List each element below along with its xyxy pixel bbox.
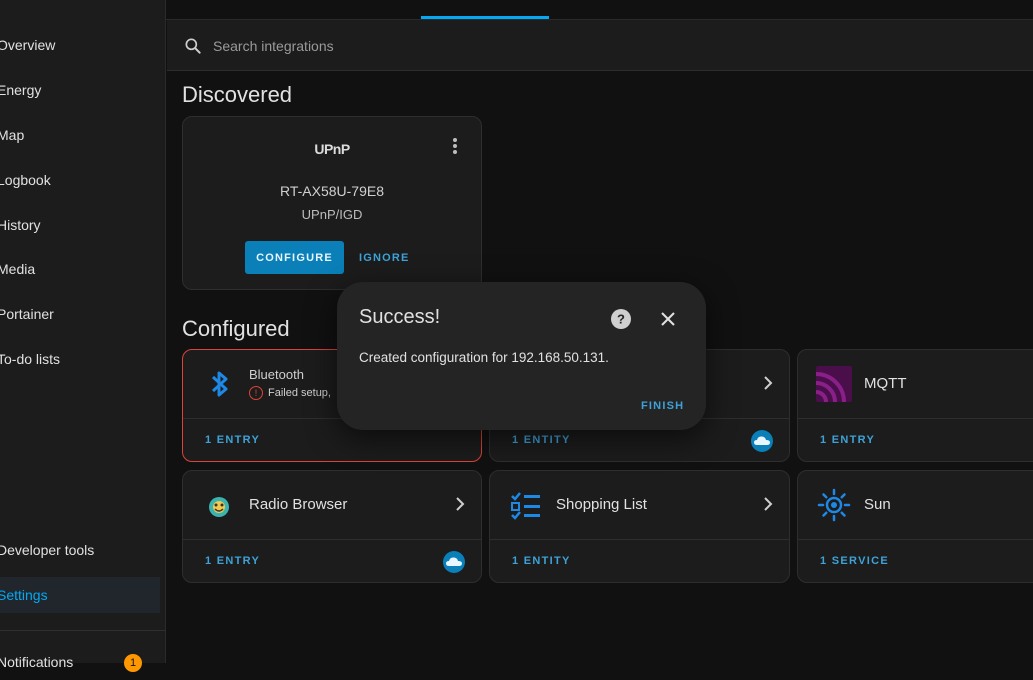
sidebar-divider <box>0 630 166 631</box>
integration-entities-link[interactable]: 1 ENTITY <box>512 434 571 446</box>
cloud-icon <box>751 430 773 452</box>
success-dialog: Success! ? Created configuration for 192… <box>337 282 706 430</box>
integration-entries-link[interactable]: 1 ENTRY <box>820 434 875 446</box>
chevron-right-icon <box>764 376 773 390</box>
upnp-logo: UPnP <box>314 141 350 157</box>
svg-text:?: ? <box>617 312 625 327</box>
error-icon: ! <box>249 386 263 400</box>
top-bar <box>166 0 1033 20</box>
sidebar-item-portainer[interactable]: Portainer <box>0 296 160 332</box>
sidebar-item-media[interactable]: Media <box>0 251 160 287</box>
integration-entities-link[interactable]: 1 ENTITY <box>512 555 571 567</box>
shopping-list-icon <box>511 492 540 520</box>
integration-error: ! Failed setup, <box>249 386 331 400</box>
radio-browser-icon <box>209 497 229 517</box>
overflow-menu-icon[interactable] <box>453 138 457 156</box>
configure-button[interactable]: CONFIGURE <box>245 241 344 274</box>
sidebar-item-settings[interactable]: Settings <box>0 577 160 613</box>
card-divider <box>490 539 789 540</box>
search-input[interactable] <box>211 34 615 58</box>
mqtt-icon <box>816 366 852 402</box>
integration-card-mqtt[interactable]: MQTT 1 ENTRY <box>797 349 1033 462</box>
configured-heading: Configured <box>182 316 290 341</box>
sidebar: Overview Energy Map Logbook History Medi… <box>0 0 166 672</box>
discovered-device-type: UPnP/IGD <box>301 207 363 222</box>
sidebar-item-todo-lists[interactable]: To-do lists <box>0 341 160 377</box>
sidebar-item-energy[interactable]: Energy <box>0 72 160 108</box>
card-divider <box>183 539 481 540</box>
card-divider <box>798 539 1033 540</box>
search-icon <box>185 38 201 54</box>
active-tab-indicator <box>421 16 549 19</box>
integration-card-radio-browser[interactable]: Radio Browser 1 ENTRY <box>182 470 482 583</box>
integration-name: Shopping List <box>556 496 647 513</box>
chevron-right-icon <box>764 497 773 511</box>
sidebar-item-overview[interactable]: Overview <box>0 27 160 63</box>
discovered-card-upnp: UPnP RT-AX58U-79E8 UPnP/IGD CONFIGURE IG… <box>182 116 482 290</box>
sidebar-item-developer-tools[interactable]: Developer tools <box>0 532 160 568</box>
integration-entries-link[interactable]: 1 ENTRY <box>205 434 260 446</box>
integration-name: Radio Browser <box>249 496 348 513</box>
sidebar-item-logbook[interactable]: Logbook <box>0 162 160 198</box>
chevron-right-icon <box>456 497 465 511</box>
dialog-title: Success! <box>359 306 441 328</box>
integration-card-shopping-list[interactable]: Shopping List 1 ENTITY <box>489 470 790 583</box>
search-bar <box>167 20 1033 71</box>
integration-name: MQTT <box>864 375 907 392</box>
sidebar-item-history[interactable]: History <box>0 207 160 243</box>
card-divider <box>798 418 1033 419</box>
sidebar-item-map[interactable]: Map <box>0 117 160 153</box>
bluetooth-icon <box>211 371 228 397</box>
integration-card-sun[interactable]: Sun 1 SERVICE <box>797 470 1033 583</box>
help-icon[interactable]: ? <box>610 308 632 330</box>
sun-icon <box>817 488 851 522</box>
integration-name: Bluetooth <box>249 367 304 382</box>
close-icon[interactable] <box>658 309 678 329</box>
finish-button[interactable]: FINISH <box>641 400 684 412</box>
integration-services-link[interactable]: 1 SERVICE <box>820 555 889 567</box>
integration-name: Sun <box>864 496 891 513</box>
dialog-message: Created configuration for 192.168.50.131… <box>359 350 609 365</box>
discovered-heading: Discovered <box>182 82 293 107</box>
cloud-icon <box>443 551 465 573</box>
notification-badge: 1 <box>124 654 142 672</box>
integration-entries-link[interactable]: 1 ENTRY <box>205 555 260 567</box>
discovered-device-name: RT-AX58U-79E8 <box>279 183 384 199</box>
ignore-button[interactable]: IGNORE <box>359 252 410 264</box>
